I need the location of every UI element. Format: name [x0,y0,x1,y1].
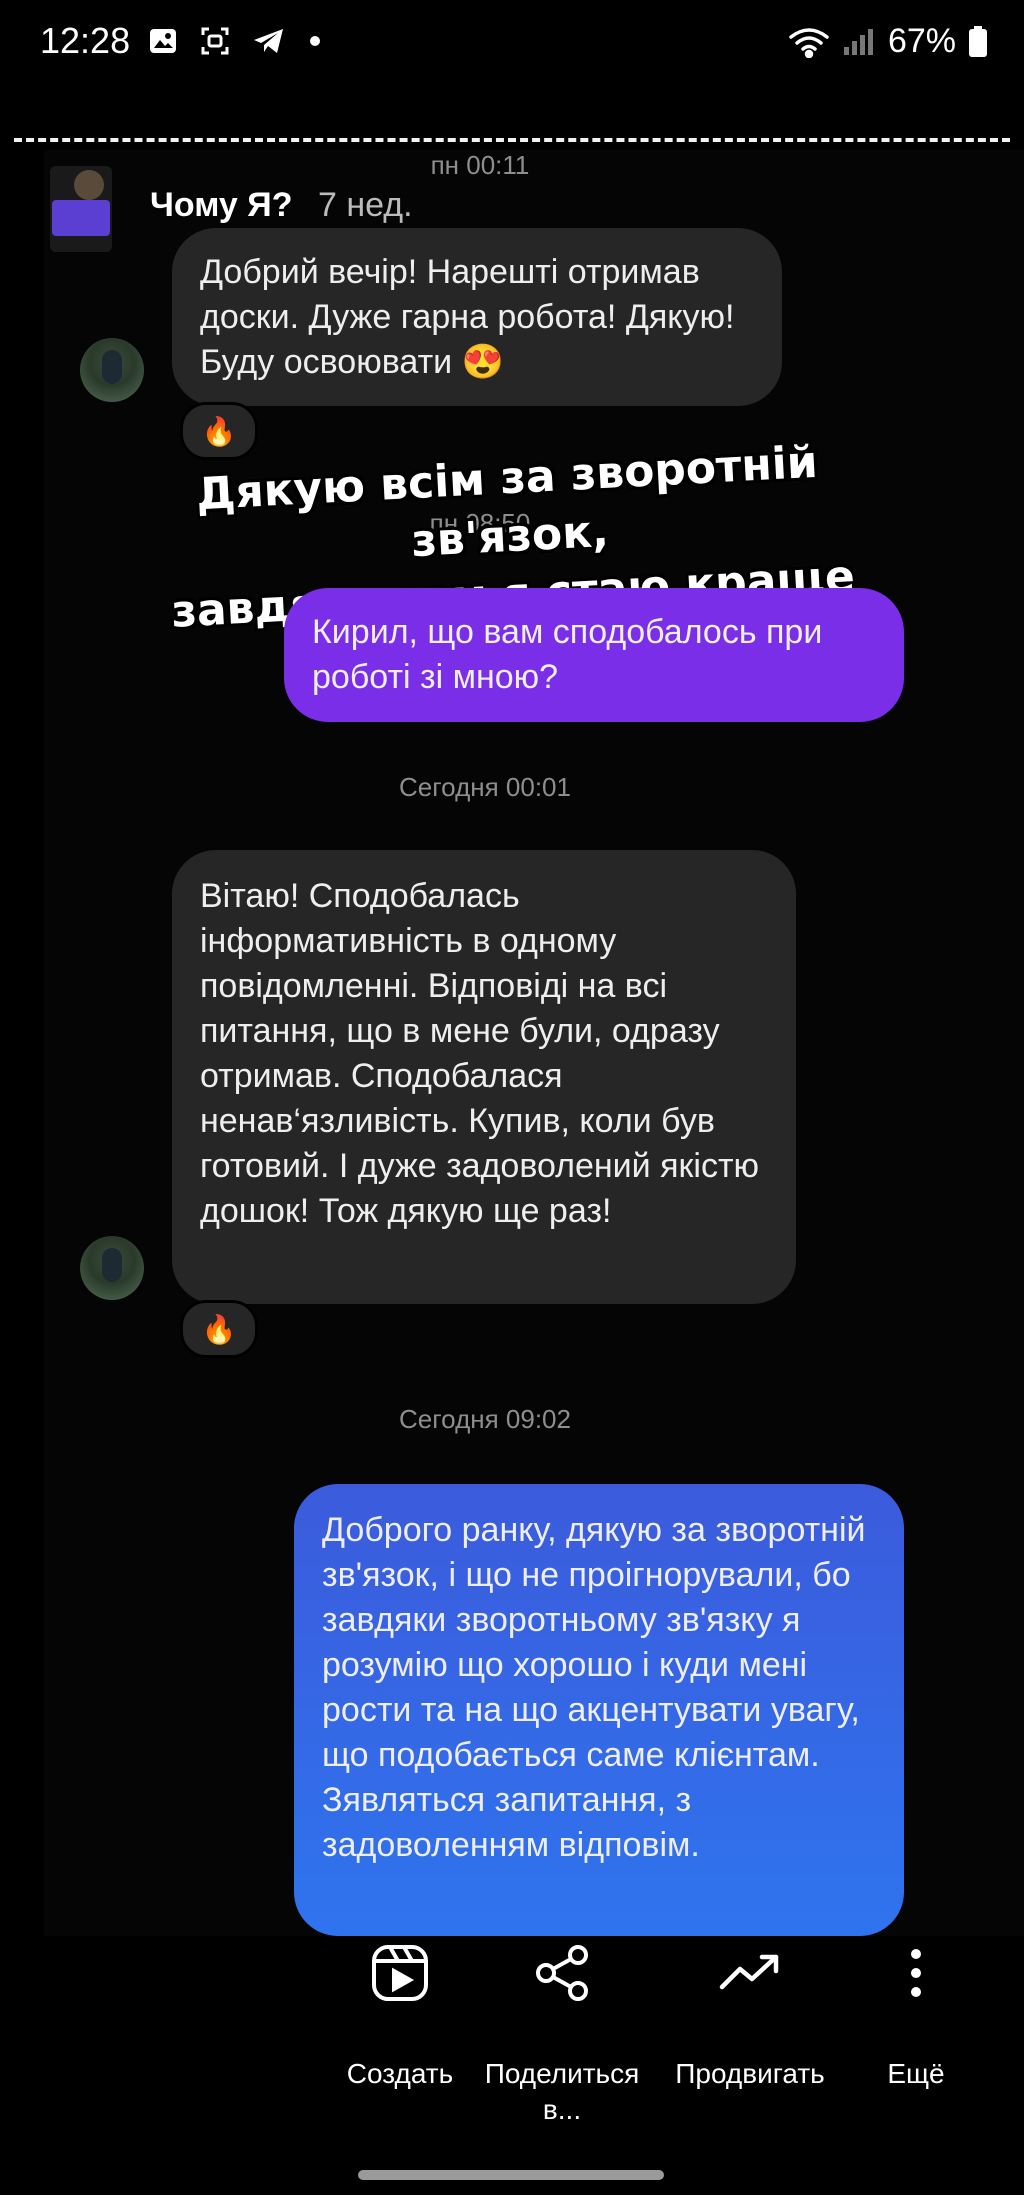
screenshot-icon [201,27,229,55]
message-bubble-incoming: Добрий вечір! Нарешті отримав доски. Дуж… [172,228,782,406]
promote-label: Продвигать [675,2058,825,2089]
story-edge [924,150,1024,1936]
share-button[interactable]: Поделиться в... [470,1940,654,2128]
thumbnail-card [52,200,110,236]
reaction-badge: 🔥 [180,402,258,460]
create-label: Создать [346,2058,454,2089]
message-text: Кирил, що вам сподобалось при роботі зі … [312,613,823,696]
status-time: 12:28 [40,20,131,61]
image-icon [150,29,176,53]
message-text: Вітаю! Сподобалась інформативність в одн… [200,877,760,1230]
battery-icon [969,25,987,57]
avatar [80,338,144,402]
telegram-icon [254,29,283,53]
status-bar: 12:28 67% [0,0,1024,90]
share-label-line-2: в... [542,2094,582,2125]
notification-icons [148,26,322,56]
message-text: Добрий вечір! Нарешті отримав доски. Дуж… [200,253,735,381]
share-label-line-1: Поделиться [484,2058,640,2089]
timestamp: Сегодня 09:02 [399,1404,571,1434]
post-author[interactable]: Чому Я? [150,186,292,225]
battery-percent: 67% [887,22,956,60]
message-text: Доброго ранку, дякую за зворотній зв'язо… [322,1511,866,1864]
fire-emoji: 🔥 [201,414,237,448]
more-button[interactable]: Ещё [866,1940,966,2092]
reaction-badge: 🔥 [180,1300,258,1358]
dot-icon [310,36,320,46]
dashed-divider [14,138,1010,142]
wifi-icon [789,27,829,58]
home-indicator[interactable] [358,2170,664,2180]
status-right: 67% [788,22,988,61]
more-icon [866,1940,966,2006]
reels-icon [330,1940,470,2006]
post-thumbnail[interactable] [50,166,112,252]
signal-icon [843,28,873,55]
message-bubble-incoming: Вітаю! Сподобалась інформативність в одн… [172,850,796,1304]
more-label: Ещё [887,2058,945,2089]
thumbnail-avatar [74,170,104,200]
message-bubble-outgoing: Кирил, що вам сподобалось при роботі зі … [284,588,904,722]
top-timestamp: пн 00:11 [430,150,530,180]
timestamp: Сегодня 00:01 [399,772,571,802]
create-button[interactable]: Создать [330,1940,470,2092]
promote-icon [664,1940,836,2006]
message-bubble-outgoing: Доброго ранку, дякую за зворотній зв'язо… [294,1484,904,1936]
avatar [80,1236,144,1300]
post-age: 7 нед. [318,186,413,224]
share-icon [470,1940,654,2006]
promote-button[interactable]: Продвигать [664,1940,836,2092]
fire-emoji: 🔥 [201,1312,237,1346]
share-label: Поделиться в... [470,2056,654,2128]
